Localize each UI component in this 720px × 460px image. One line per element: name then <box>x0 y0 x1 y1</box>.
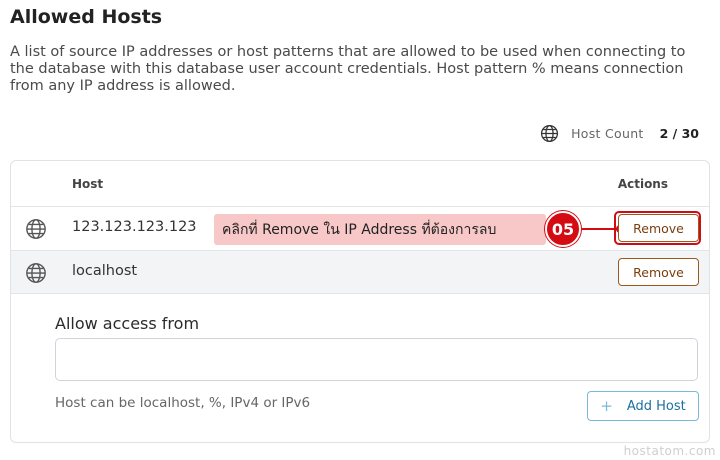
host-value: 123.123.123.123 <box>72 219 197 235</box>
annotation-callout: คลิกที่ Remove ใน IP Address ที่ต้องการล… <box>214 214 546 245</box>
add-host-label: Add Host <box>626 398 686 414</box>
allowed-hosts-card: Host Actions 123.123.123.123 คลิกที่ Rem… <box>10 160 710 443</box>
host-count-value: 2 / 30 <box>659 126 699 141</box>
table-row: 123.123.123.123 คลิกที่ Remove ใน IP Add… <box>11 206 709 250</box>
allow-access-hint: Host can be localhost, %, IPv4 or IPv6 <box>55 395 311 411</box>
watermark: hostatom.com <box>623 444 716 458</box>
remove-button[interactable]: Remove <box>618 258 699 286</box>
table-header: Host Actions <box>11 161 709 206</box>
remove-button[interactable]: Remove <box>618 214 699 242</box>
column-header-actions: Actions <box>617 177 668 191</box>
column-header-host: Host <box>72 177 104 191</box>
plus-icon: + <box>600 397 613 415</box>
add-host-button[interactable]: + Add Host <box>587 391 699 421</box>
globe-icon <box>26 219 46 239</box>
host-value: localhost <box>72 263 138 279</box>
host-count: Host Count 2 / 30 <box>540 124 699 143</box>
annotation-step-badge: 05 <box>545 211 581 247</box>
page-title: Allowed Hosts <box>10 6 163 28</box>
page-description: A list of source IP addresses or host pa… <box>10 44 686 94</box>
globe-icon <box>541 124 559 143</box>
host-count-label: Host Count <box>571 126 644 141</box>
allow-access-input[interactable] <box>55 338 698 381</box>
globe-icon <box>26 263 46 283</box>
allow-access-label: Allow access from <box>55 314 200 333</box>
table-row: localhost Remove <box>11 250 709 294</box>
